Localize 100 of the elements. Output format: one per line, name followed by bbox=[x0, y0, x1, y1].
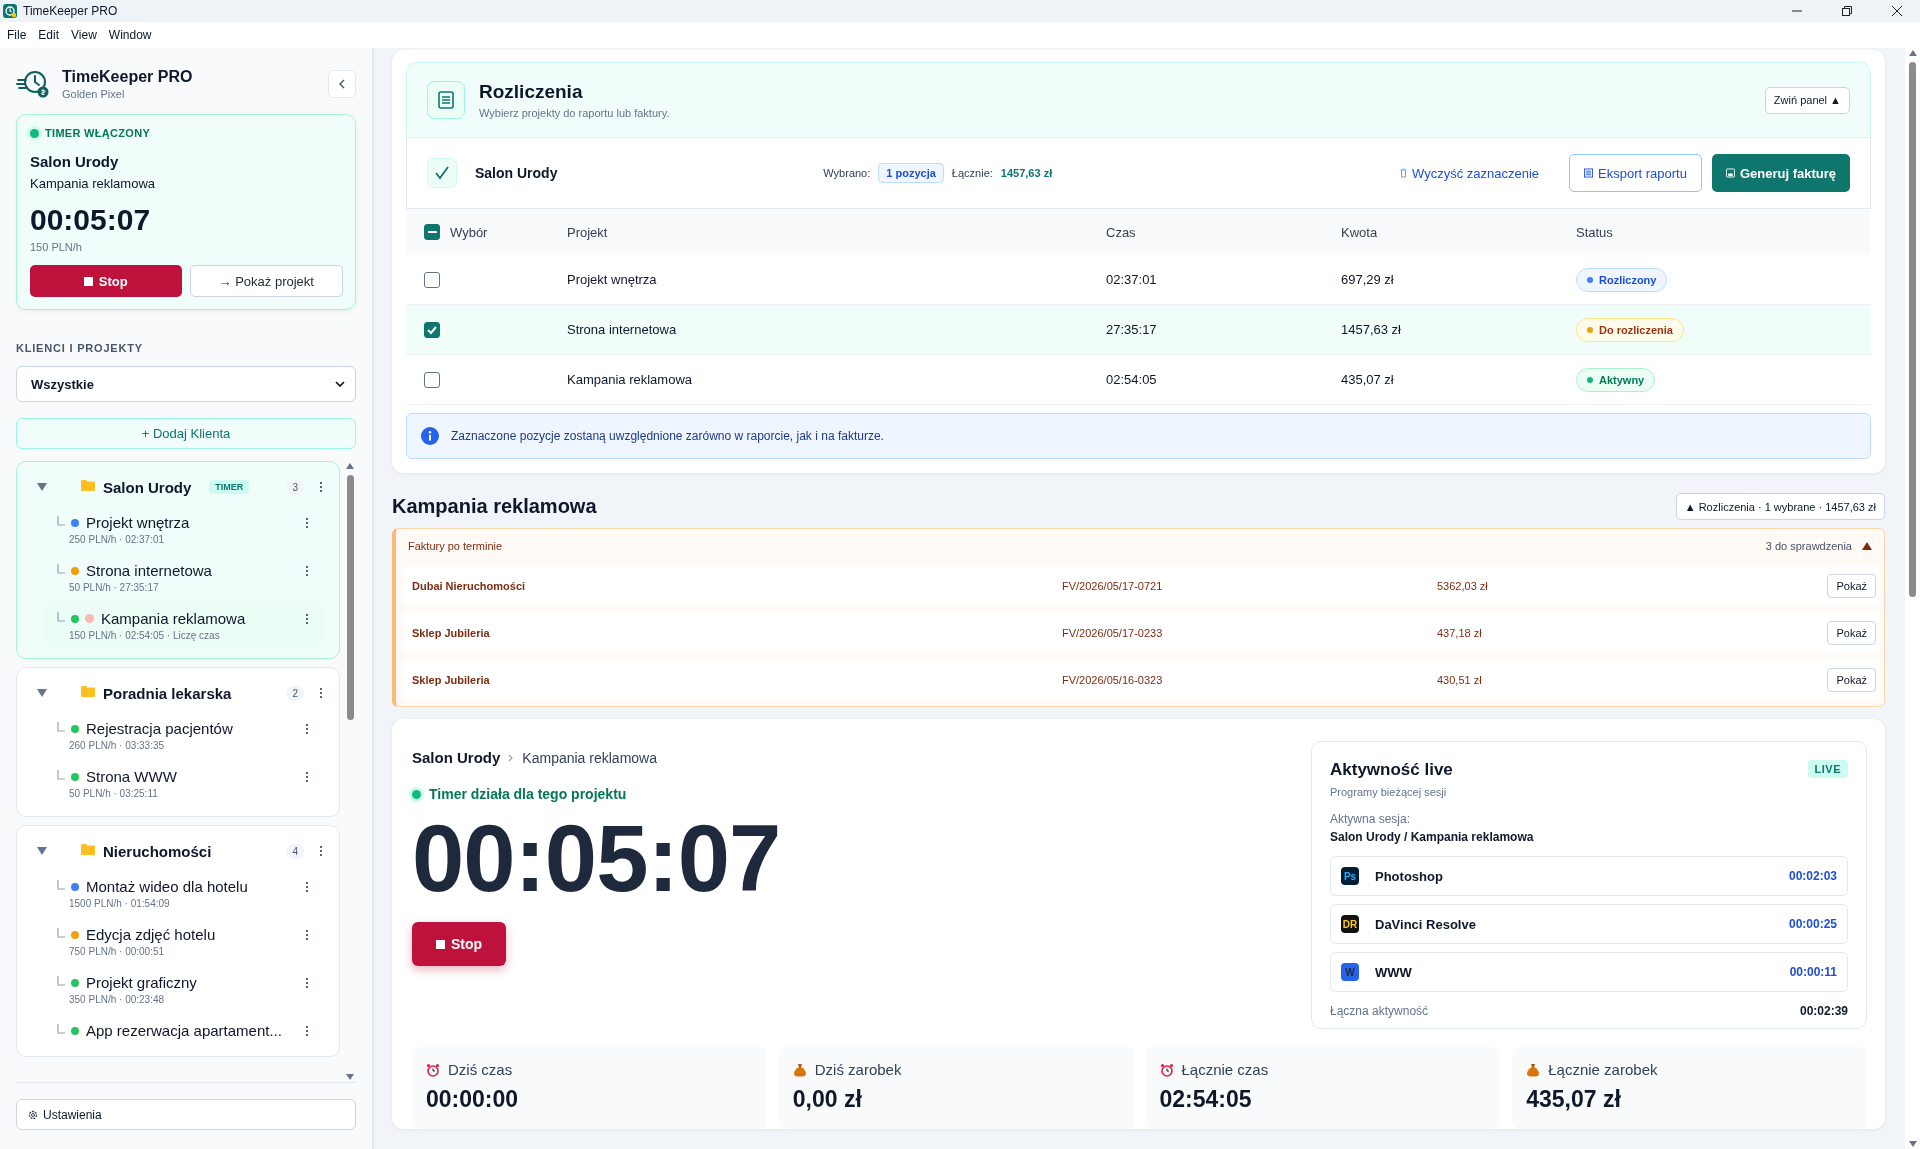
row-checkbox[interactable] bbox=[424, 271, 440, 288]
overdue-title: Faktury po terminie bbox=[408, 540, 503, 552]
status-badge: Aktywny bbox=[1576, 367, 1656, 392]
activity-title: Aktywność live bbox=[1330, 760, 1453, 780]
more-icon[interactable] bbox=[305, 612, 309, 625]
branch-icon bbox=[57, 611, 65, 622]
close-icon[interactable] bbox=[1892, 6, 1902, 16]
client-name[interactable]: Salon Urody bbox=[103, 478, 192, 496]
project-count: 4 bbox=[286, 843, 304, 859]
more-icon[interactable] bbox=[305, 564, 309, 577]
project-name: Rejestracja pacjentów bbox=[86, 720, 233, 737]
more-icon[interactable] bbox=[319, 481, 323, 493]
show-invoice-button[interactable]: Pokaż bbox=[1827, 620, 1876, 645]
scroll-down-icon[interactable] bbox=[346, 1074, 354, 1080]
folder-icon bbox=[81, 843, 95, 855]
collapse-icon[interactable] bbox=[1862, 542, 1872, 550]
more-icon[interactable] bbox=[305, 722, 309, 735]
settings-button[interactable]: Ustawienia bbox=[16, 1099, 356, 1130]
project-item[interactable]: Projekt graficzny 350 PLN/h · 00:23:48 bbox=[33, 966, 323, 1014]
panel-subtitle: Wybierz projekty do raportu lub faktury. bbox=[479, 107, 670, 119]
app-name: DaVinci Resolve bbox=[1375, 916, 1476, 932]
menu-item[interactable]: Window bbox=[108, 28, 152, 42]
expand-icon[interactable] bbox=[37, 483, 47, 491]
invoice-number: FV/2026/05/16-0323 bbox=[1062, 673, 1164, 686]
stop-button[interactable]: Stop bbox=[30, 265, 182, 297]
row-checkbox[interactable] bbox=[424, 321, 440, 338]
app-name: Photoshop bbox=[1375, 868, 1443, 884]
scrollbar-track[interactable] bbox=[1905, 48, 1920, 1149]
scroll-up-icon[interactable] bbox=[346, 463, 354, 469]
add-client-button[interactable]: + Dodaj Klienta bbox=[16, 418, 356, 449]
project-item[interactable]: Projekt wnętrza 250 PLN/h · 02:37:01 bbox=[33, 506, 323, 554]
table-row[interactable]: Kampania reklamowa 02:54:05 435,07 zł Aktywny bbox=[406, 355, 1871, 405]
client-name: Salon Urody bbox=[475, 165, 558, 181]
project-name: Montaż wideo dla hotelu bbox=[86, 878, 248, 895]
breadcrumb-item[interactable]: Salon Urody bbox=[412, 749, 501, 766]
project-item[interactable]: Strona internetowa 50 PLN/h · 27:35:17 bbox=[33, 554, 323, 602]
show-project-button[interactable]: → Pokaż projekt bbox=[189, 265, 343, 297]
client-name[interactable]: Poradnia lekarska bbox=[103, 684, 232, 702]
total-label: Łączna aktywność bbox=[1330, 1004, 1429, 1018]
project-name: App rezerwacja apartament... bbox=[86, 1022, 282, 1039]
folder-icon bbox=[81, 685, 95, 697]
expand-icon[interactable] bbox=[37, 689, 47, 697]
scrollbar-thumb[interactable] bbox=[1909, 62, 1916, 597]
timer-status: Timer działa dla tego projektu bbox=[429, 786, 627, 802]
client-name[interactable]: Nieruchomości bbox=[103, 842, 212, 860]
collapse-panel-button[interactable]: Zwiń panel ▲ bbox=[1764, 86, 1850, 114]
project-item[interactable]: App rezerwacja apartament... bbox=[33, 1014, 323, 1048]
chevron-down-icon bbox=[335, 381, 345, 387]
menu-item[interactable]: View bbox=[71, 28, 97, 42]
recording-icon bbox=[85, 614, 94, 623]
branch-icon bbox=[57, 769, 65, 780]
more-icon[interactable] bbox=[305, 770, 309, 783]
show-invoice-button[interactable]: Pokaż bbox=[1827, 667, 1876, 692]
project-item[interactable]: Edycja zdjęć hotelu 750 PLN/h · 00:00:51 bbox=[33, 918, 323, 966]
app-icon: Ps bbox=[1341, 867, 1359, 885]
invoice-client: Dubai Nieruchomości bbox=[412, 579, 527, 592]
more-icon[interactable] bbox=[305, 880, 309, 893]
more-icon[interactable] bbox=[305, 516, 309, 529]
project-meta: 1500 PLN/h · 01:54:09 bbox=[69, 898, 171, 909]
column-header: Kwota bbox=[1341, 224, 1379, 240]
export-report-button[interactable]: Eksport raportu bbox=[1569, 154, 1702, 192]
active-project-item[interactable]: Kampania reklamowa 150 PLN/h · 02:54:05 · Liczę czas bbox=[45, 602, 323, 650]
show-invoice-button[interactable]: Pokaż bbox=[1827, 573, 1876, 598]
row-checkbox[interactable] bbox=[424, 371, 440, 388]
column-header: Wybór bbox=[450, 224, 488, 240]
scrollbar-thumb[interactable] bbox=[346, 475, 354, 720]
more-icon[interactable] bbox=[305, 1024, 309, 1037]
window-title: TimeKeeper PRO bbox=[23, 4, 118, 18]
billing-toggle-button[interactable]: ▲ Rozliczenia · 1 wybrane · 1457,63 zł bbox=[1675, 493, 1885, 520]
client-filter-select[interactable]: Wszystkie bbox=[16, 366, 356, 402]
expand-icon[interactable] bbox=[37, 847, 47, 855]
info-text: Zaznaczone pozycje zostaną uwzględnione zarówno w raporcie, jak i na fakturze. bbox=[451, 429, 884, 443]
project-name: Projekt graficzny bbox=[86, 974, 197, 991]
table-cell: 697,29 zł bbox=[1341, 272, 1394, 287]
money-bag-icon bbox=[1526, 1062, 1541, 1077]
menu-item[interactable]: Edit bbox=[38, 28, 60, 42]
more-icon[interactable] bbox=[319, 687, 323, 699]
column-header: Projekt bbox=[567, 224, 609, 240]
project-item[interactable]: Rejestracja pacjentów 260 PLN/h · 03:33:35 bbox=[33, 712, 323, 760]
more-icon[interactable] bbox=[305, 976, 309, 989]
select-all-checkbox[interactable] bbox=[424, 224, 440, 240]
maximize-icon[interactable] bbox=[1842, 6, 1852, 16]
total-label: Łącznie: bbox=[951, 167, 993, 179]
generate-invoice-button[interactable]: Generuj fakturę bbox=[1711, 154, 1850, 192]
scroll-up-icon[interactable] bbox=[1908, 50, 1917, 56]
menu-item[interactable]: File bbox=[7, 28, 27, 42]
table-cell: 435,07 zł bbox=[1341, 372, 1394, 387]
folder-icon bbox=[81, 479, 95, 491]
branch-icon bbox=[57, 515, 65, 526]
selected-table-row[interactable]: Strona internetowa 27:35:17 1457,63 zł Do rozliczenia bbox=[406, 305, 1871, 355]
stat-value: 02:54:05 bbox=[1159, 1086, 1253, 1113]
project-item[interactable]: Montaż wideo dla hotelu 1500 PLN/h · 01:54:09 bbox=[33, 870, 323, 918]
project-item[interactable]: Strona WWW 50 PLN/h · 03:25:11 bbox=[33, 760, 323, 808]
scroll-down-icon[interactable] bbox=[1908, 1141, 1917, 1147]
invoice-number: FV/2026/05/17-0721 bbox=[1062, 579, 1164, 592]
clear-selection-button[interactable]: Wyczyść zaznaczenie bbox=[1393, 164, 1546, 182]
more-icon[interactable] bbox=[305, 928, 309, 941]
project-meta: 50 PLN/h · 27:35:17 bbox=[69, 582, 160, 593]
stop-button[interactable]: Stop bbox=[412, 922, 506, 966]
more-icon[interactable] bbox=[319, 845, 323, 857]
